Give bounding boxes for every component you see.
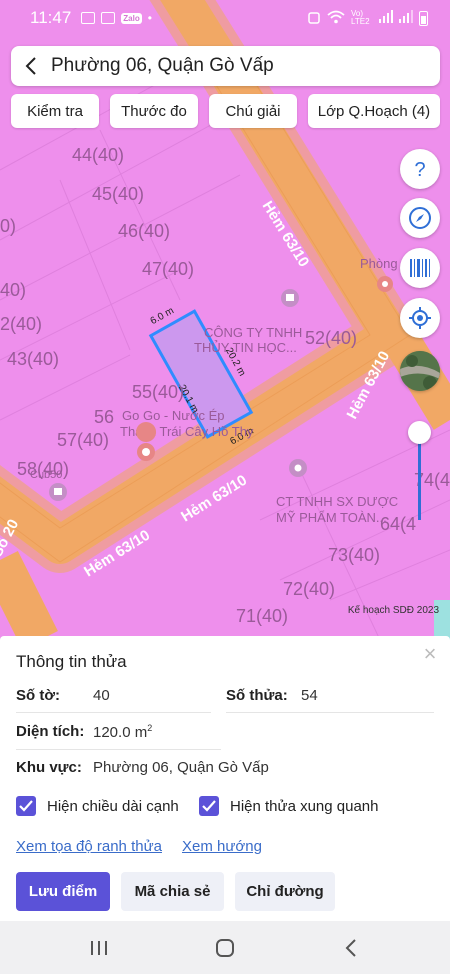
parcel-number: 52(40) xyxy=(305,328,357,348)
check-icon xyxy=(19,800,33,812)
planning-layer-button[interactable]: Lớp Q.Hoạch (4) xyxy=(308,94,440,128)
svg-text:?: ? xyxy=(414,159,425,180)
opacity-slider-track[interactable] xyxy=(418,432,421,520)
divider xyxy=(16,712,211,713)
close-button[interactable]: × xyxy=(420,641,440,666)
parcel-number: 45(40) xyxy=(92,184,144,204)
barcode-icon xyxy=(410,259,430,277)
parcel-number: 73(40) xyxy=(328,545,380,565)
battery-icon xyxy=(419,10,428,26)
parcel-number: 71(40) xyxy=(236,606,288,626)
region-label: Khu vực: xyxy=(16,759,82,776)
show-neighbors-label[interactable]: Hiện thửa xung quanh xyxy=(230,798,378,815)
zalo-icon: Zalo xyxy=(121,12,142,24)
poi-label: MỸ PHẨM TOÀN... xyxy=(276,510,387,525)
parcel-number: 44(40) xyxy=(72,145,124,165)
check-icon xyxy=(202,800,216,812)
parcel-number: 57(40) xyxy=(57,430,109,450)
poi-label: CÔNG TY TNHH xyxy=(204,325,302,340)
show-edge-length-checkbox[interactable] xyxy=(16,796,36,816)
poi-label: Cub50 xyxy=(30,469,62,481)
signal-icon xyxy=(379,10,393,26)
satellite-layer-button[interactable] xyxy=(400,351,440,391)
panel-title: Thông tin thửa xyxy=(16,652,127,671)
show-neighbors-checkbox[interactable] xyxy=(199,796,219,816)
parcel-number: 40) xyxy=(0,280,26,300)
home-button[interactable] xyxy=(212,935,238,961)
ruler-button[interactable]: Thước đo xyxy=(110,94,198,128)
poi-pin-icon[interactable] xyxy=(49,483,67,501)
directions-button[interactable]: Chỉ đường xyxy=(235,872,335,911)
save-point-button[interactable]: Lưu điểm xyxy=(16,872,110,911)
crosshair-icon xyxy=(409,307,431,329)
poi-pin-icon[interactable] xyxy=(289,459,307,477)
divider xyxy=(16,749,221,750)
notification-dot-icon: • xyxy=(147,11,152,25)
poi-label: THỦY TIN HỌC... xyxy=(194,340,297,355)
system-nav-bar xyxy=(0,921,450,974)
signal-icon xyxy=(399,10,413,26)
mail-icon xyxy=(101,12,116,24)
recent-apps-button[interactable] xyxy=(86,935,112,961)
chevron-left-icon xyxy=(25,57,36,75)
satellite-thumbnail-icon xyxy=(400,351,440,391)
area-label: Diện tích: xyxy=(16,723,85,740)
check-button[interactable]: Kiểm tra xyxy=(11,94,99,128)
show-edge-length-label[interactable]: Hiện chiều dài cạnh xyxy=(47,798,179,815)
sheet-value: 40 xyxy=(93,687,110,704)
location-bar[interactable]: Phường 06, Quận Gò Vấp xyxy=(11,46,440,86)
recents-icon xyxy=(91,941,107,955)
home-icon xyxy=(216,939,234,957)
poi-label: CT TNHH SX DƯỢC xyxy=(276,494,398,509)
alarm-icon xyxy=(307,10,321,27)
compass-button[interactable] xyxy=(400,198,440,238)
plot-value: 54 xyxy=(301,687,318,704)
network-label: Vo) LTE2 xyxy=(351,9,370,26)
parcel-number: 46(40) xyxy=(118,221,170,241)
map-credit: Kế hoạch SDĐ 2023 xyxy=(347,605,439,616)
status-time: 11:47 xyxy=(30,8,72,27)
poi-label: Phòng xyxy=(360,256,398,271)
status-bar: 11:47 Zalo • Vo) LTE2 xyxy=(0,0,450,36)
plot-label: Số thửa: xyxy=(226,687,288,704)
wifi-icon xyxy=(327,10,345,27)
poi-label: Go Go - Nước Ép xyxy=(122,408,224,423)
back-arrow-icon xyxy=(345,939,356,957)
legend-button[interactable]: Chú giải xyxy=(209,94,297,128)
parcel-number: 43(40) xyxy=(7,349,59,369)
parcel-number: 0) xyxy=(0,216,16,236)
parcel-number: 72(40) xyxy=(283,579,335,599)
location-title: Phường 06, Quận Gò Vấp xyxy=(51,55,274,76)
parcel-number: 56 xyxy=(94,407,114,427)
my-location-button[interactable] xyxy=(400,298,440,338)
poi-pin-icon[interactable] xyxy=(377,276,393,292)
parcel-number: 2(40) xyxy=(0,314,42,334)
share-code-button[interactable]: Mã chia sẻ xyxy=(121,872,224,911)
area-value: 120.0 m2 xyxy=(93,723,153,741)
parcel-number: 55(40) xyxy=(132,382,184,402)
parcel-number: 47(40) xyxy=(142,259,194,279)
back-button[interactable] xyxy=(11,46,51,86)
view-coordinates-link[interactable]: Xem tọa độ ranh thửa xyxy=(16,838,162,855)
help-button[interactable]: ? xyxy=(400,149,440,189)
view-direction-link[interactable]: Xem hướng xyxy=(182,838,262,855)
poi-pin-icon[interactable] xyxy=(281,289,299,307)
divider xyxy=(226,712,434,713)
region-value: Phường 06, Quận Gò Vấp xyxy=(93,759,269,776)
parcel-info-panel: Thông tin thửa × Số tờ: 40 Số thửa: 54 D… xyxy=(0,636,450,921)
opacity-slider-thumb[interactable] xyxy=(408,421,431,444)
sheet-label: Số tờ: xyxy=(16,687,60,704)
barcode-button[interactable] xyxy=(400,248,440,288)
gallery-icon xyxy=(81,12,96,24)
close-icon: × xyxy=(423,641,437,666)
back-nav-button[interactable] xyxy=(338,935,364,961)
question-icon: ? xyxy=(414,159,425,180)
compass-icon xyxy=(409,207,431,229)
